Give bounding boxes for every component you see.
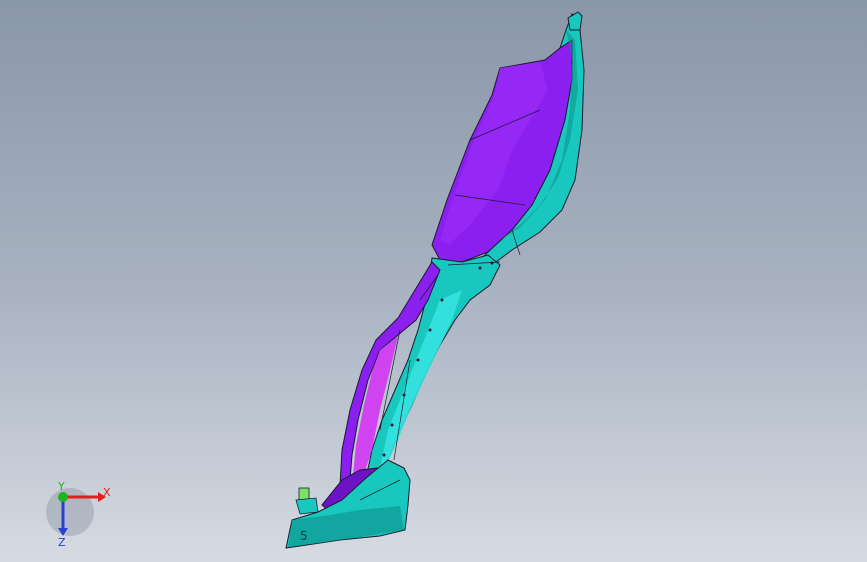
orientation-triad[interactable]: X Y Z <box>0 0 140 562</box>
y-axis-indicator <box>58 492 68 502</box>
y-axis-label: Y <box>57 480 65 493</box>
triad-sphere <box>46 488 94 536</box>
z-axis-label: Z <box>58 536 66 549</box>
x-axis-label: X <box>103 486 111 499</box>
part-number-label: 5 <box>300 529 308 543</box>
3d-viewport[interactable]: 5 X Y Z <box>0 0 867 562</box>
top-tab <box>567 11 583 31</box>
base-clip <box>295 497 319 515</box>
mid-pillar-cyan-face <box>380 290 462 468</box>
